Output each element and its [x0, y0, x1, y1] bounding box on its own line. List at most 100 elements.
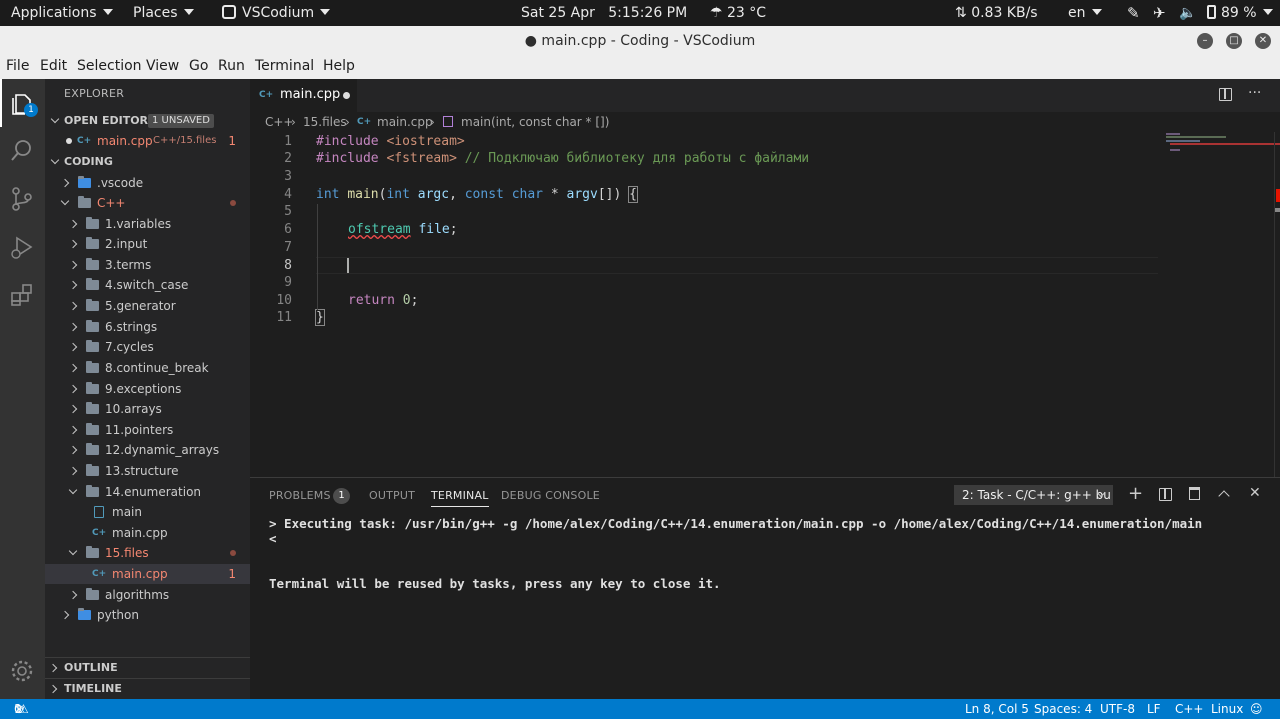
menu-terminal[interactable]: Terminal: [255, 58, 314, 74]
window-title-bar[interactable]: ● main.cpp - Coding - VSCodium – □ ✕: [0, 26, 1280, 56]
timeline-section[interactable]: TIMELINE: [45, 678, 250, 698]
tree-item-cpp-folder[interactable]: C++: [45, 193, 250, 213]
pen-icon[interactable]: ✎: [1127, 0, 1140, 26]
close-window-button[interactable]: ✕: [1255, 33, 1271, 49]
tree-item-folder-open[interactable]: 14.enumeration: [45, 482, 250, 502]
chevron-up-icon[interactable]: [1218, 490, 1230, 502]
breadcrumb-lang[interactable]: C++: [265, 112, 294, 132]
tree-item-folder[interactable]: 4.switch_case: [45, 275, 250, 295]
split-editor-icon[interactable]: [1219, 88, 1232, 101]
encoding[interactable]: UTF-8: [1100, 699, 1135, 719]
places-menu[interactable]: Places: [133, 0, 194, 26]
tree-item-folder[interactable]: 9.exceptions: [45, 379, 250, 399]
menu-view[interactable]: View: [146, 58, 179, 74]
settings-gear-icon[interactable]: [8, 657, 36, 685]
unsaved-dot-icon[interactable]: [343, 92, 350, 99]
tree-item-folder[interactable]: 11.pointers: [45, 420, 250, 440]
tree-item-folder[interactable]: 8.continue_break: [45, 358, 250, 378]
indent-guide: [317, 204, 318, 310]
search-icon[interactable]: [8, 137, 36, 165]
tab-terminal[interactable]: TERMINAL: [431, 489, 489, 507]
folder-icon: [86, 278, 99, 290]
tree-item-file[interactable]: main: [45, 502, 250, 522]
outline-section[interactable]: OUTLINE: [45, 657, 250, 677]
code-line: #include <fstream> // Подключаю библиоте…: [316, 151, 810, 166]
folder-icon: [86, 588, 99, 600]
airplane-icon[interactable]: ✈: [1153, 0, 1166, 26]
tree-item-folder[interactable]: 2.input: [45, 234, 250, 254]
close-icon: ✕: [1258, 35, 1268, 46]
more-actions-icon[interactable]: ···: [1248, 85, 1261, 101]
tree-item-vscode[interactable]: .vscode: [45, 173, 250, 193]
tree-item-folder[interactable]: 1.variables: [45, 214, 250, 234]
folder-icon: [86, 320, 99, 332]
tab-main-cpp[interactable]: C+ main.cpp: [250, 79, 357, 112]
breadcrumb-symbol[interactable]: main(int, const char * []): [461, 112, 609, 132]
cpp-file-icon: C+: [259, 90, 274, 100]
menu-go[interactable]: Go: [189, 58, 208, 74]
tree-item-folder-open[interactable]: 15.files: [45, 543, 250, 563]
weather-indicator[interactable]: ☂ 23 °C: [710, 0, 766, 26]
os-status[interactable]: Linux: [1211, 699, 1243, 719]
applications-menu[interactable]: Applications: [11, 0, 113, 26]
netspeed-indicator[interactable]: ⇅ 0.83 KB/s: [955, 0, 1038, 26]
cpp-file-icon: C+: [357, 117, 372, 127]
language-mode[interactable]: C++: [1175, 699, 1204, 719]
source-control-icon[interactable]: [8, 185, 36, 213]
breadcrumb-file[interactable]: main.cpp: [377, 112, 433, 132]
clock[interactable]: Sat 25 Apr 5:15:26 PM: [521, 0, 687, 26]
code-editor[interactable]: 1 2 3 4 5 6 7 8 9 10 11 #include <iostream> #inclu…: [250, 132, 1280, 477]
cursor-position[interactable]: Ln 8, Col 5: [965, 699, 1029, 719]
keyboard-layout[interactable]: en: [1068, 0, 1102, 26]
terminal-select[interactable]: 2: Task - C/C++: g++ bu: [954, 485, 1113, 505]
tree-item-file-selected[interactable]: C+ main.cpp 1: [45, 564, 250, 584]
minimap[interactable]: [1164, 132, 1280, 232]
workspace-label: CODING: [64, 155, 113, 168]
breadcrumb-folder[interactable]: 15.files: [303, 112, 347, 132]
close-panel-icon[interactable]: ✕: [1249, 485, 1261, 501]
explorer-icon[interactable]: 1: [8, 89, 38, 117]
tree-item-folder[interactable]: 7.cycles: [45, 337, 250, 357]
tab-output[interactable]: OUTPUT: [369, 489, 415, 502]
line-number: 7: [284, 240, 292, 255]
tab-problems[interactable]: PROBLEMS: [269, 489, 331, 502]
menu-bar: File Edit Selection View Go Run Terminal…: [0, 56, 1280, 79]
trash-icon[interactable]: [1189, 487, 1200, 500]
run-debug-icon[interactable]: [8, 233, 36, 261]
tree-item-python[interactable]: python: [45, 605, 250, 625]
battery-indicator[interactable]: 89 %: [1207, 0, 1273, 26]
tree-item-file[interactable]: C+ main.cpp: [45, 523, 250, 543]
open-editor-item[interactable]: C+ main.cpp C++/15.files 1: [45, 131, 250, 151]
menu-file[interactable]: File: [6, 58, 29, 74]
code-line: }: [315, 309, 325, 326]
feedback-icon[interactable]: ☺: [1250, 699, 1263, 719]
menu-run[interactable]: Run: [218, 58, 245, 74]
menu-help[interactable]: Help: [323, 58, 355, 74]
split-terminal-icon[interactable]: [1159, 488, 1172, 501]
line-ending[interactable]: LF: [1147, 699, 1161, 719]
new-terminal-icon[interactable]: +: [1128, 483, 1143, 504]
line-number: 4: [284, 187, 292, 202]
terminal-output[interactable]: > Executing task: /usr/bin/g++ -g /home/…: [269, 516, 1202, 591]
tree-item-folder[interactable]: 3.terms: [45, 255, 250, 275]
tree-item-folder[interactable]: 13.structure: [45, 461, 250, 481]
tree-item-folder[interactable]: 10.arrays: [45, 399, 250, 419]
status-bar: ⊗ 1 ⚠ 0 Ln 8, Col 5 Spaces: 4 UTF-8 LF C…: [0, 699, 1280, 719]
tree-item-folder[interactable]: algorithms: [45, 585, 250, 605]
menu-edit[interactable]: Edit: [40, 58, 67, 74]
volume-icon[interactable]: 🔈: [1179, 0, 1196, 26]
tab-debug-console[interactable]: DEBUG CONSOLE: [501, 489, 600, 502]
text-cursor: [347, 258, 349, 273]
minimize-button[interactable]: –: [1197, 33, 1213, 49]
tree-item-folder[interactable]: 6.strings: [45, 317, 250, 337]
maximize-button[interactable]: □: [1226, 33, 1242, 49]
tree-item-folder[interactable]: 5.generator: [45, 296, 250, 316]
tree-item-folder[interactable]: 12.dynamic_arrays: [45, 440, 250, 460]
menu-selection[interactable]: Selection: [77, 58, 142, 74]
app-menu[interactable]: VSCodium: [222, 0, 331, 26]
open-editors-section[interactable]: OPEN EDITORS 1 UNSAVED: [45, 111, 250, 131]
extensions-icon[interactable]: [8, 281, 36, 309]
indentation[interactable]: Spaces: 4: [1034, 699, 1092, 719]
workspace-section[interactable]: CODING: [45, 152, 250, 172]
